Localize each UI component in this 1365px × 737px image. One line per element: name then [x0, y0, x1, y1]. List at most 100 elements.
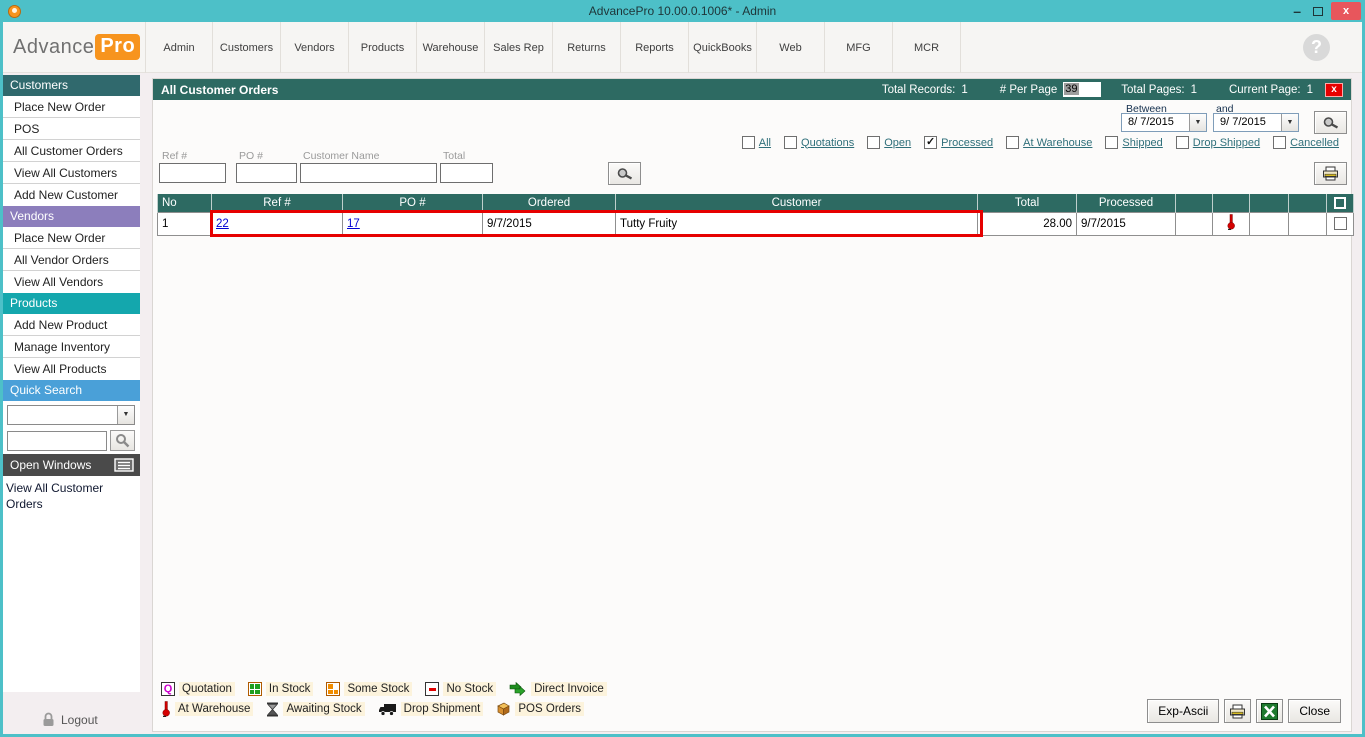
- top-navbar: AdvancePro Admin Customers Vendors Produ…: [3, 22, 1362, 73]
- select-all-checkbox[interactable]: [1334, 197, 1346, 209]
- col-ordered[interactable]: Ordered: [483, 194, 616, 212]
- filter-open[interactable]: Open: [867, 136, 911, 149]
- nav-item-products[interactable]: Products: [349, 22, 417, 73]
- table-header-row: No Ref # PO # Ordered Customer Total Pro…: [158, 194, 1354, 212]
- per-page-label: # Per Page: [1000, 84, 1058, 96]
- excel-icon: [1261, 703, 1278, 720]
- checkbox-shipped[interactable]: [1105, 136, 1118, 149]
- nav-item-quickbooks[interactable]: QuickBooks: [689, 22, 757, 73]
- col-select[interactable]: [1327, 194, 1354, 212]
- cell-status-3: [1250, 212, 1289, 235]
- close-button[interactable]: Close: [1288, 699, 1341, 723]
- quick-search-button[interactable]: [110, 430, 135, 451]
- legend-some-stock: Some Stock: [326, 682, 412, 696]
- some-stock-grid-icon: [326, 682, 340, 696]
- col-processed[interactable]: Processed: [1077, 194, 1176, 212]
- sidebar-item-view-all-customers[interactable]: View All Customers: [3, 162, 140, 184]
- sidebar-item-place-new-order-vendor[interactable]: Place New Order: [3, 227, 140, 249]
- checkbox-open[interactable]: [867, 136, 880, 149]
- page-title: All Customer Orders: [153, 83, 882, 97]
- window-list-icon[interactable]: [114, 458, 134, 472]
- printer-icon: [1229, 704, 1246, 719]
- exp-ascii-button[interactable]: Exp-Ascii: [1147, 699, 1219, 723]
- row-checkbox[interactable]: [1334, 217, 1347, 230]
- print-list-button[interactable]: [1314, 162, 1347, 185]
- sidebar-section-vendors: Vendors: [3, 206, 140, 227]
- total-search-input[interactable]: [440, 163, 493, 183]
- filter-quotations[interactable]: Quotations: [784, 136, 854, 149]
- maximize-button[interactable]: [1313, 7, 1323, 16]
- sidebar-section-open-windows: Open Windows: [3, 454, 140, 476]
- col-po[interactable]: PO #: [343, 194, 483, 212]
- checkbox-quotations[interactable]: [784, 136, 797, 149]
- filter-processed[interactable]: Processed: [924, 136, 993, 149]
- cell-status-4: [1289, 212, 1327, 235]
- filter-at-warehouse[interactable]: At Warehouse: [1006, 136, 1092, 149]
- checkbox-at-warehouse[interactable]: [1006, 136, 1019, 149]
- sidebar-item-view-all-products[interactable]: View All Products: [3, 358, 140, 380]
- total-search-label: Total: [443, 150, 465, 162]
- po-link[interactable]: 17: [347, 218, 360, 230]
- ref-search-input[interactable]: [159, 163, 226, 183]
- sidebar-item-add-new-product[interactable]: Add New Product: [3, 314, 140, 336]
- per-page-input[interactable]: 39: [1063, 82, 1101, 97]
- filter-all[interactable]: All: [742, 136, 771, 149]
- nav-item-mcr[interactable]: MCR: [893, 22, 961, 73]
- filter-cancelled[interactable]: Cancelled: [1273, 136, 1339, 149]
- date-from-dropdown[interactable]: 8/ 7/2015 ▼: [1121, 113, 1207, 132]
- in-stock-grid-icon: [248, 682, 262, 696]
- checkbox-all[interactable]: [742, 136, 755, 149]
- col-total[interactable]: Total: [978, 194, 1077, 212]
- quick-search-input[interactable]: [7, 431, 107, 451]
- ref-link[interactable]: 22: [216, 218, 229, 230]
- sidebar-item-view-all-vendors[interactable]: View All Vendors: [3, 271, 140, 293]
- print-button[interactable]: [1224, 699, 1251, 723]
- grid-search-button[interactable]: [608, 162, 641, 185]
- filter-shipped[interactable]: Shipped: [1105, 136, 1162, 149]
- po-search-input[interactable]: [236, 163, 297, 183]
- sidebar-item-pos[interactable]: POS: [3, 118, 140, 140]
- sidebar-item-add-new-customer[interactable]: Add New Customer: [3, 184, 140, 206]
- sidebar-item-all-vendor-orders[interactable]: All Vendor Orders: [3, 249, 140, 271]
- footer-buttons: Exp-Ascii Close: [1147, 699, 1341, 723]
- help-icon[interactable]: ?: [1303, 34, 1330, 61]
- close-panel-button[interactable]: x: [1325, 83, 1343, 97]
- checkbox-cancelled[interactable]: [1273, 136, 1286, 149]
- open-window-entry[interactable]: View All Customer Orders: [6, 480, 140, 512]
- cell-no: 1: [158, 212, 212, 235]
- legend-direct-invoice: Direct Invoice: [509, 682, 607, 696]
- nav-item-vendors[interactable]: Vendors: [281, 22, 349, 73]
- current-page-label: Current Page:: [1229, 84, 1301, 96]
- nav-item-mfg[interactable]: MFG: [825, 22, 893, 73]
- date-to-dropdown[interactable]: 9/ 7/2015 ▼: [1213, 113, 1299, 132]
- nav-item-warehouse[interactable]: Warehouse: [417, 22, 485, 73]
- col-customer[interactable]: Customer: [616, 194, 978, 212]
- checkbox-drop-shipped[interactable]: [1176, 136, 1189, 149]
- direct-invoice-arrows-icon: [509, 682, 527, 696]
- sidebar-item-place-new-order-customer[interactable]: Place New Order: [3, 96, 140, 118]
- minimize-button[interactable]: –: [1287, 6, 1307, 16]
- nav-item-sales-rep[interactable]: Sales Rep: [485, 22, 553, 73]
- quick-search-category-dropdown[interactable]: ▼: [7, 405, 135, 425]
- cell-total: 28.00: [978, 212, 1077, 235]
- col-status-4: [1289, 194, 1327, 212]
- date-search-button[interactable]: [1314, 111, 1347, 134]
- legend-quotation: QQuotation: [161, 682, 235, 696]
- customer-search-label: Customer Name: [303, 150, 379, 162]
- nav-item-web[interactable]: Web: [757, 22, 825, 73]
- customer-search-input[interactable]: [300, 163, 437, 183]
- close-window-button[interactable]: x: [1331, 2, 1361, 20]
- nav-item-admin[interactable]: Admin: [145, 22, 213, 73]
- col-ref[interactable]: Ref #: [212, 194, 343, 212]
- export-excel-button[interactable]: [1256, 699, 1283, 723]
- logout-button[interactable]: Logout: [42, 712, 98, 727]
- nav-item-customers[interactable]: Customers: [213, 22, 281, 73]
- search-icon: [1322, 116, 1340, 130]
- col-no[interactable]: No: [158, 194, 212, 212]
- nav-item-returns[interactable]: Returns: [553, 22, 621, 73]
- sidebar-item-manage-inventory[interactable]: Manage Inventory: [3, 336, 140, 358]
- filter-drop-shipped[interactable]: Drop Shipped: [1176, 136, 1260, 149]
- nav-item-reports[interactable]: Reports: [621, 22, 689, 73]
- sidebar-item-all-customer-orders[interactable]: All Customer Orders: [3, 140, 140, 162]
- checkbox-processed[interactable]: [924, 136, 937, 149]
